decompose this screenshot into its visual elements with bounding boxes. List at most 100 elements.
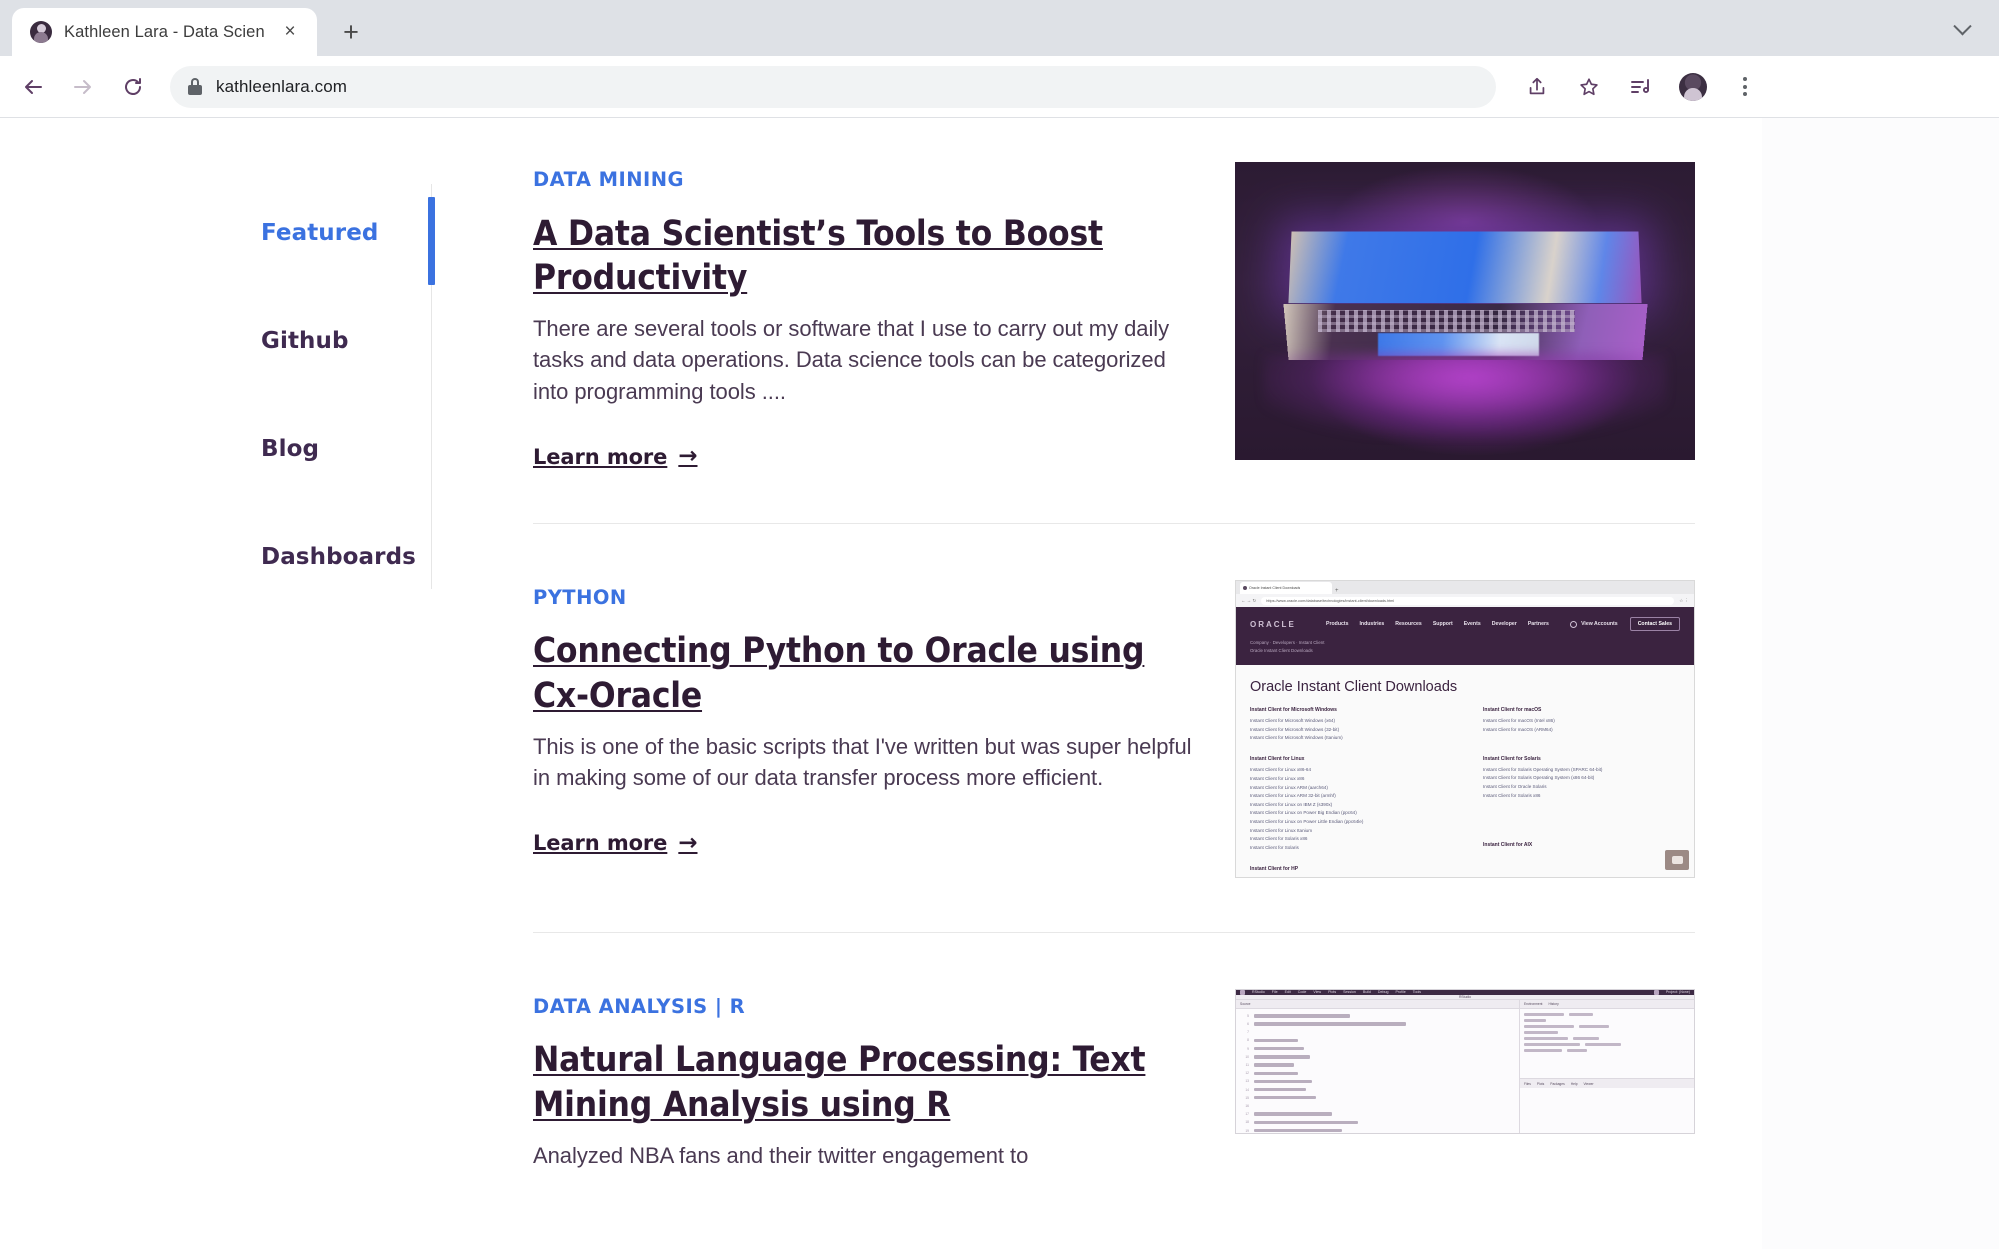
rstudio-history-tab: History	[1548, 1001, 1559, 1006]
oracle-nav-item: Events	[1463, 621, 1481, 628]
article-description: Analyzed NBA fans and their twitter enga…	[533, 1142, 1029, 1168]
rstudio-menu-item: File	[1271, 990, 1278, 995]
tab-strip: Kathleen Lara - Data Science | × +	[0, 0, 1999, 56]
toolbar-actions	[1514, 64, 1768, 110]
article-description: There are several tools or software that…	[533, 316, 1170, 404]
oracle-download-link: Instant Client for Solaris Operating Sys…	[1483, 766, 1603, 772]
rstudio-menu-item: Debug	[1377, 990, 1389, 995]
oracle-nav-item: Partners	[1527, 621, 1549, 628]
browser-menu-button[interactable]	[1722, 64, 1768, 110]
address-bar[interactable]: kathleenlara.com	[170, 65, 1496, 108]
article-title-wrap: Natural Language Processing: Text Mining…	[533, 1038, 1205, 1128]
arrow-right-icon: →	[678, 829, 698, 856]
sidebar-item-dashboards[interactable]: Dashboards	[261, 546, 441, 569]
article-title-wrap: Connecting Python to Oracle using Cx-Ora…	[533, 629, 1205, 719]
rstudio-menu-item: Code	[1297, 990, 1307, 995]
learn-more-link[interactable]: Learn more →	[533, 831, 698, 855]
oracle-download-link: Instant Client for Linux Itanium	[1250, 827, 1313, 833]
oracle-breadcrumb: Oracle Instant Client Downloads	[1250, 648, 1313, 654]
oracle-download-link: Instant Client for macOS (Intel x86)	[1483, 718, 1555, 724]
avatar	[1679, 72, 1707, 101]
article-text: PYTHON Connecting Python to Oracle using…	[533, 580, 1205, 878]
oracle-download-link: Instant Client for Solaris x86	[1250, 836, 1308, 842]
laptop-photo-icon	[1235, 162, 1695, 460]
sidebar-item-github[interactable]: Github	[261, 330, 441, 353]
article-thumbnail[interactable]	[1235, 162, 1695, 460]
rstudio-menu-item: Profile	[1395, 990, 1406, 995]
oracle-download-link: Instant Client for Microsoft Windows (32…	[1250, 726, 1340, 732]
page-right-margin	[1762, 118, 1999, 1249]
rstudio-menu-item: Tools	[1412, 990, 1422, 995]
sidebar-item-featured[interactable]: Featured	[261, 222, 441, 245]
article-thumbnail[interactable]: Oracle Instant Client Downloads + ← → ↻ …	[1235, 579, 1695, 878]
media-playlist-icon[interactable]	[1618, 64, 1664, 110]
article-text: DATA MINING A Data Scientist’s Tools to …	[533, 162, 1205, 469]
kebab-menu-icon	[1734, 77, 1756, 96]
forward-button[interactable]	[60, 64, 106, 110]
profile-avatar[interactable]	[1670, 64, 1716, 110]
article-title-link[interactable]: Natural Language Processing: Text Mining…	[533, 1040, 1146, 1125]
learn-more-label: Learn more	[533, 444, 668, 469]
oracle-download-link: Instant Client for Linux on IBM Z (s390x…	[1250, 801, 1333, 807]
oracle-download-link: Instant Client for Solaris	[1250, 844, 1299, 850]
oracle-download-link: Instant Client for Solaris Operating Sys…	[1483, 775, 1595, 781]
rstudio-app-name: RStudio	[1252, 990, 1265, 995]
rstudio-packages-tab: Packages	[1550, 1081, 1565, 1086]
sidebar-active-indicator	[428, 197, 435, 285]
oracle-nav-item: Support	[1432, 621, 1453, 628]
tab-search-button[interactable]	[1941, 10, 1983, 50]
oracle-section-title: Instant Client for Solaris	[1483, 755, 1541, 762]
reload-button[interactable]	[110, 64, 156, 110]
page-viewport: Featured Github Blog Dashboards DATA MIN…	[0, 118, 1999, 1249]
browser-toolbar: kathleenlara.com	[0, 56, 1999, 118]
site-sidebar-nav: Featured Github Blog Dashboards	[261, 162, 441, 1249]
back-button[interactable]	[10, 64, 56, 110]
oracle-download-link: Instant Client for Microsoft Windows (It…	[1250, 735, 1343, 741]
rstudio-help-tab: Help	[1570, 1081, 1578, 1086]
rstudio-files-pane: Files Plots Packages Help Viewer	[1519, 1078, 1694, 1133]
share-button[interactable]	[1514, 64, 1560, 110]
site-favicon-icon	[30, 21, 52, 43]
oracle-section-title: Instant Client for AIX	[1483, 841, 1533, 848]
article-category: DATA MINING	[533, 168, 684, 191]
article-card: DATA ANALYSIS | R Natural Language Proce…	[533, 988, 1695, 1171]
article-card: DATA MINING A Data Scientist’s Tools to …	[533, 162, 1695, 524]
oracle-download-link: Instant Client for Linux on Power Little…	[1250, 819, 1364, 825]
oracle-download-link: Instant Client for Linux x86-64	[1250, 767, 1312, 773]
close-tab-icon[interactable]: ×	[277, 19, 303, 45]
oracle-nav-item: Products	[1326, 621, 1349, 628]
rstudio-viewer-tab: Viewer	[1583, 1081, 1594, 1086]
oracle-download-link: Instant Client for macOS (ARM64)	[1483, 726, 1553, 732]
rstudio-environment-pane	[1519, 1008, 1694, 1078]
tab-title: Kathleen Lara - Data Science |	[64, 22, 265, 41]
learn-more-link[interactable]: Learn more →	[533, 445, 698, 469]
oracle-download-link: Instant Client for Linux on Power Big En…	[1250, 810, 1357, 816]
article-category: DATA ANALYSIS | R	[533, 994, 746, 1018]
rstudio-window-title: RStudio	[1458, 994, 1472, 999]
rstudio-menu-item: View	[1313, 990, 1322, 995]
oracle-column-right: Instant Client for macOS Instant Client …	[1483, 707, 1680, 877]
browser-tab[interactable]: Kathleen Lara - Data Science | ×	[12, 8, 317, 56]
account-icon	[1570, 620, 1578, 628]
rstudio-plots-tab: Plots	[1536, 1081, 1545, 1086]
browser-window: Kathleen Lara - Data Science | × + kathl…	[0, 0, 1999, 1250]
rstudio-code-editor: 5 6 7 8 9 10 11 12 13 14 15 16 17 18 19	[1236, 1008, 1519, 1133]
article-card: PYTHON Connecting Python to Oracle using…	[533, 579, 1695, 933]
rstudio-menu-item: Build	[1362, 990, 1371, 995]
sidebar-item-blog[interactable]: Blog	[261, 438, 441, 461]
new-tab-button[interactable]: +	[331, 12, 371, 52]
oracle-section-title: Instant Client for Microsoft Windows	[1250, 707, 1337, 714]
oracle-nav-menu: Products Industries Resources Support Ev…	[1326, 621, 1549, 627]
oracle-logo: ORACLE	[1250, 619, 1296, 629]
article-title-link[interactable]: Connecting Python to Oracle using Cx-Ora…	[533, 631, 1145, 716]
oracle-section-title: Instant Client for macOS	[1483, 707, 1542, 714]
oracle-section-title: Instant Client for HP	[1250, 865, 1299, 872]
oracle-download-link: Instant Client for Solaris x86	[1483, 792, 1541, 798]
oracle-download-link: Instant Client for Oracle Solaris	[1483, 784, 1547, 790]
oracle-download-link: Instant Client for Linux x86	[1250, 776, 1305, 782]
article-title-link[interactable]: A Data Scientist’s Tools to Boost Produc…	[533, 214, 1103, 299]
oracle-account-link: View Accounts	[1570, 620, 1618, 628]
article-thumbnail[interactable]: RStudio File Edit Code View Plots Sessio…	[1235, 988, 1695, 1134]
bookmark-star-icon[interactable]	[1566, 64, 1612, 110]
oracle-download-link: Instant Client for Microsoft Windows (x6…	[1250, 718, 1336, 724]
